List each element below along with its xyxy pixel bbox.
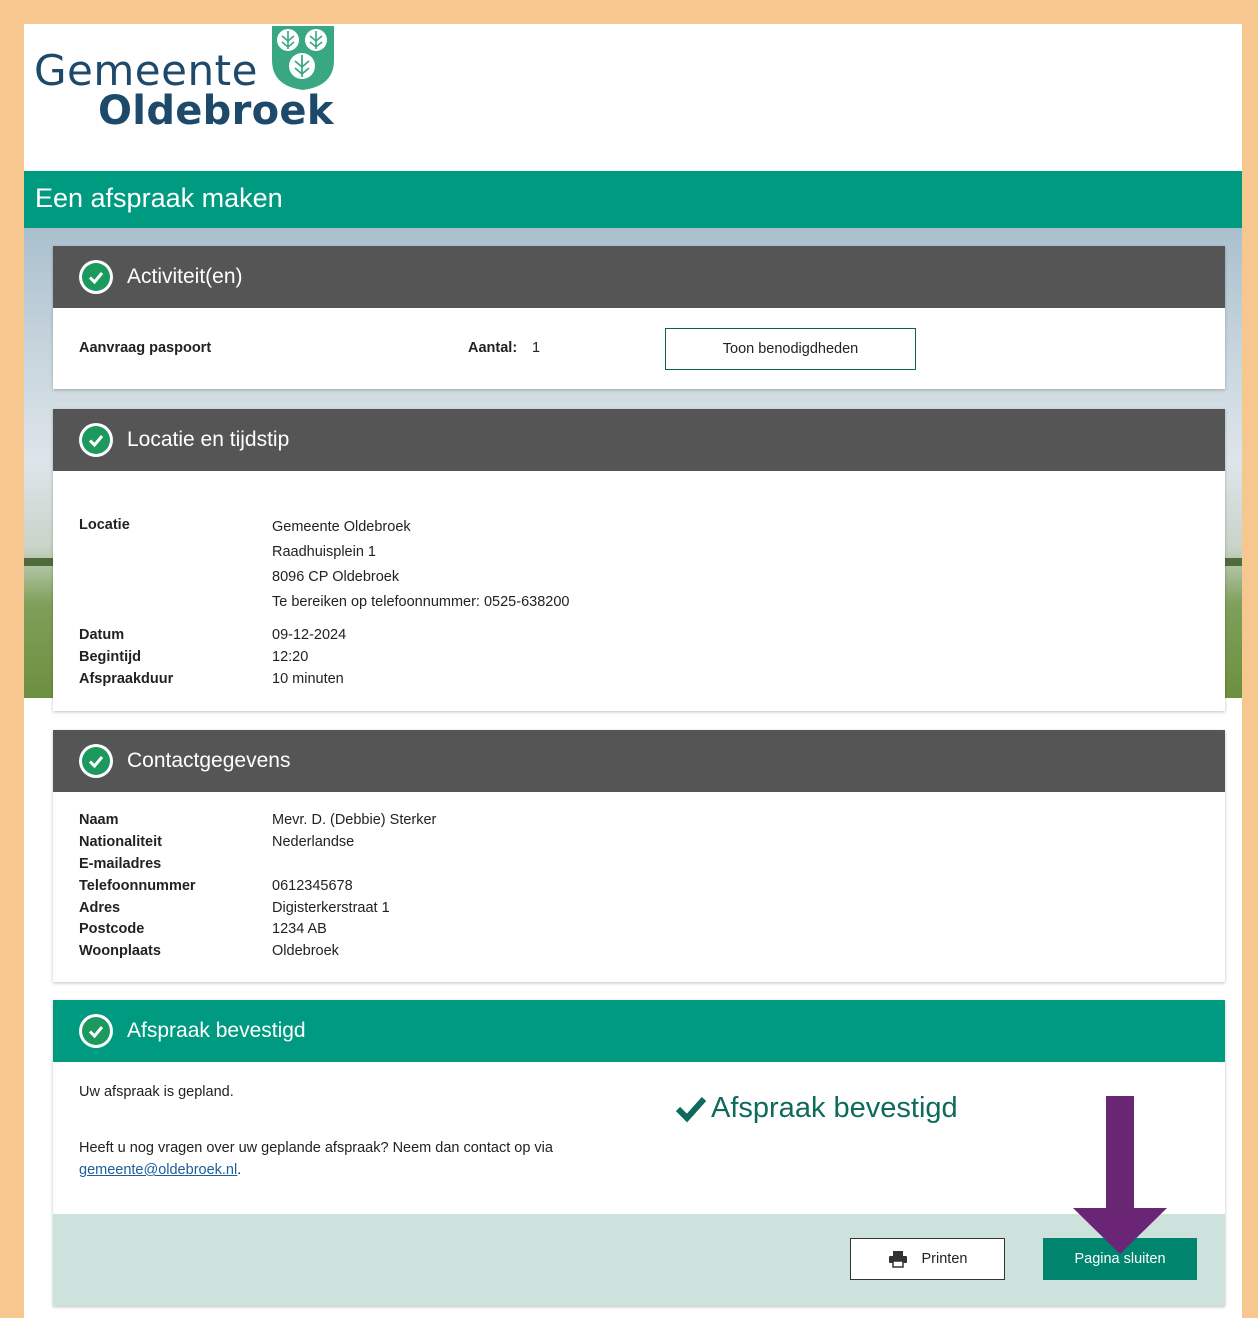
contact-email-link[interactable]: gemeente@oldebroek.nl: [79, 1162, 237, 1178]
postcode-value: 1234 AB: [272, 921, 327, 937]
phone-label: Telefoonnummer: [79, 878, 196, 894]
count-value: 1: [532, 340, 541, 356]
print-button-label: Printen: [921, 1251, 968, 1267]
planned-text: Uw afspraak is gepland.: [79, 1084, 234, 1100]
page-title: Een afspraak maken: [24, 171, 1242, 228]
check-circle-icon: [79, 744, 113, 778]
start-time-label: Begintijd: [79, 649, 142, 665]
questions-text: Heeft u nog vragen over uw geplande afsp…: [79, 1140, 553, 1156]
name-value: Mevr. D. (Debbie) Sterker: [272, 812, 437, 828]
address-value: Digisterkerstraat 1: [272, 900, 390, 916]
address-label: Adres: [79, 900, 121, 916]
check-circle-icon: [79, 260, 113, 294]
confirmation-title: Afspraak bevestigd: [127, 1019, 306, 1042]
print-button[interactable]: Printen: [850, 1238, 1005, 1280]
gemeente-oldebroek-logo[interactable]: Gemeente Oldebroek: [34, 26, 354, 146]
location-header: Locatie en tijdstip: [53, 409, 1225, 471]
check-circle-icon: [79, 1014, 113, 1048]
phone-value: 0612345678: [272, 878, 353, 894]
email-label: E-mailadres: [79, 856, 162, 872]
logo-text-line2: Oldebroek: [98, 88, 334, 134]
activity-name: Aanvraag paspoort: [79, 340, 212, 356]
confirmed-status-text: Afspraak bevestigd: [711, 1092, 958, 1124]
date-value: 09-12-2024: [272, 627, 347, 643]
nationality-label: Nationaliteit: [79, 834, 162, 850]
name-label: Naam: [79, 812, 119, 828]
contact-email-line: gemeente@oldebroek.nl.: [79, 1162, 241, 1178]
confirmation-header: Afspraak bevestigd: [53, 1000, 1225, 1062]
activities-header: Activiteit(en): [53, 246, 1225, 308]
contact-card: Contactgegevens Naam Mevr. D. (Debbie) S…: [53, 730, 1225, 982]
count-label: Aantal:: [468, 340, 518, 356]
duration-value: 10 minuten: [272, 671, 344, 687]
duration-label: Afspraakduur: [79, 671, 174, 687]
leaf-emblem-icon: [272, 26, 334, 90]
location-line: Raadhuisplein 1: [272, 544, 376, 560]
arrow-down-icon: [1073, 1096, 1167, 1254]
confirmation-card: Afspraak bevestigd Uw afspraak is geplan…: [53, 1000, 1225, 1306]
printer-icon: [888, 1251, 907, 1268]
city-label: Woonplaats: [79, 943, 161, 959]
check-circle-icon: [79, 423, 113, 457]
date-label: Datum: [79, 627, 125, 643]
confirmed-status: Afspraak bevestigd: [675, 1092, 958, 1125]
activities-card: Activiteit(en) Aanvraag paspoort Aantal:…: [53, 246, 1225, 389]
checkmark-icon: [675, 1096, 707, 1122]
page-frame: Gemeente Oldebroek Een afspraak maken Ac…: [24, 24, 1242, 1318]
email-period: .: [237, 1162, 242, 1178]
show-requirements-button[interactable]: Toon benodigdheden: [665, 328, 916, 370]
start-time-value: 12:20: [272, 649, 309, 665]
nationality-value: Nederlandse: [272, 834, 355, 850]
contact-header: Contactgegevens: [53, 730, 1225, 792]
location-line: 8096 CP Oldebroek: [272, 569, 400, 585]
postcode-label: Postcode: [79, 921, 145, 937]
location-label: Locatie: [79, 517, 130, 533]
contact-title: Contactgegevens: [127, 749, 291, 772]
location-title: Locatie en tijdstip: [127, 428, 290, 451]
activities-title: Activiteit(en): [127, 265, 243, 288]
location-line: Gemeente Oldebroek: [272, 519, 411, 535]
city-value: Oldebroek: [272, 943, 339, 959]
location-line: Te bereiken op telefoonnummer: 0525-6382…: [272, 594, 570, 610]
location-card: Locatie en tijdstip Locatie Gemeente Old…: [53, 409, 1225, 711]
